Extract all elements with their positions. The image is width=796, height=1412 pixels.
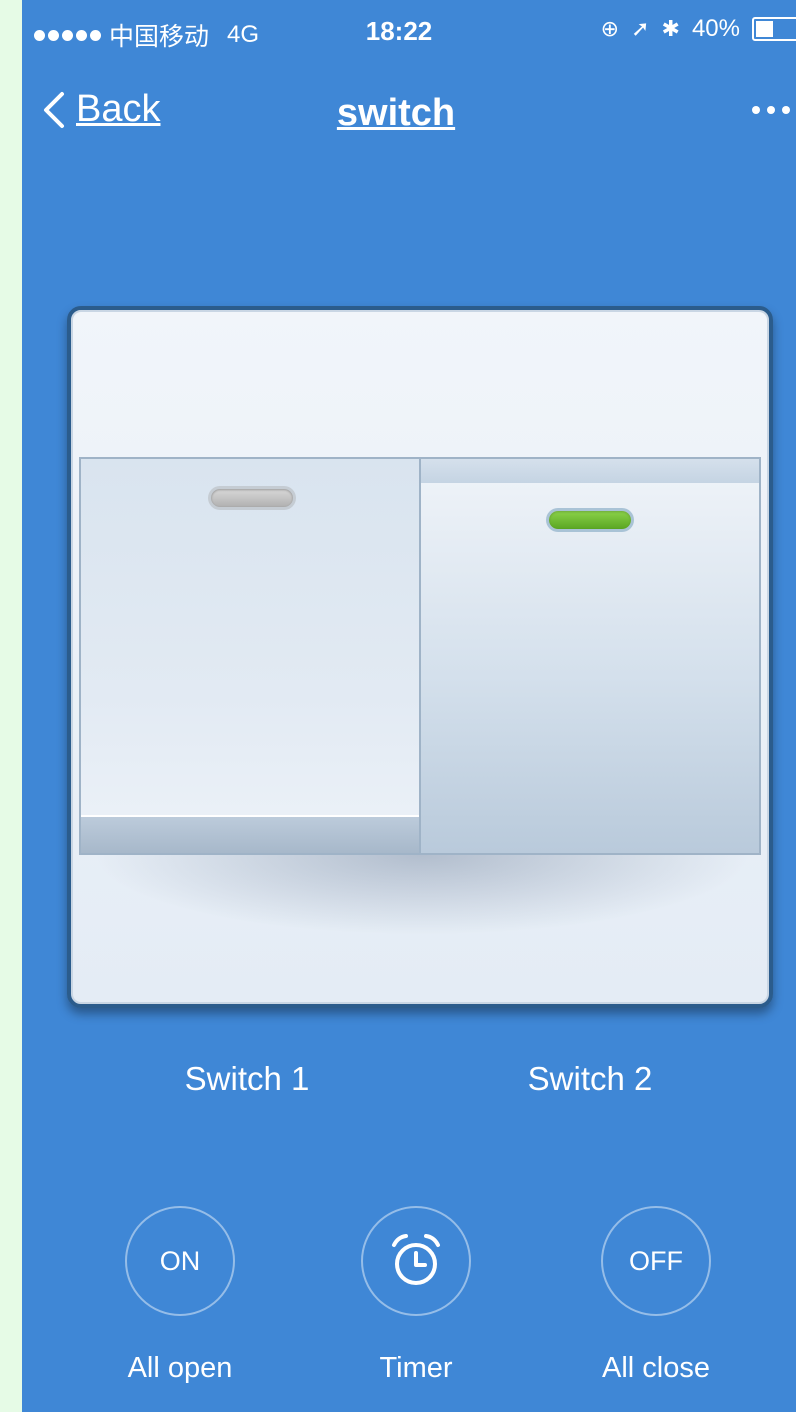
all-open-icon: ON [125,1206,235,1316]
more-dot-icon [767,106,775,114]
all-open-button[interactable]: ON All open [80,1206,280,1385]
alarm-clock-icon [392,1234,440,1285]
all-close-label: All close [602,1352,710,1384]
rocker-lip [81,815,419,853]
switch-2-label: Switch 2 [527,1060,653,1097]
more-options-button[interactable] [752,106,790,114]
all-close-icon: OFF [601,1206,711,1316]
timer-label: Timer [379,1352,453,1384]
switch-2-indicator [549,511,631,529]
more-dot-icon [782,106,790,114]
bluetooth-icon: ✱ [661,16,680,42]
app-screen: 中国移动 4G 18:22 ⊕ ➚ ✱ 40% Back switch Swit… [22,0,796,1412]
navigation-bar: Back switch [22,80,796,150]
rocker-lip [421,459,759,483]
switch-2-rocker[interactable] [419,457,761,855]
location-icon: ➚ [631,16,650,42]
status-bar: 中国移动 4G 18:22 ⊕ ➚ ✱ 40% [22,0,796,62]
rotation-lock-icon: ⊕ [600,16,620,42]
all-open-label: All open [127,1352,233,1384]
timer-button[interactable]: Timer [316,1206,516,1385]
switch-1-indicator [211,489,293,507]
all-close-button[interactable]: OFF All close [556,1206,756,1385]
timer-circle [361,1206,471,1316]
rocker-shadow [92,855,752,935]
status-right: ⊕ ➚ ✱ 40% [601,15,796,43]
battery-icon [752,17,796,41]
battery-percent: 40% [691,15,740,42]
switch-1-rocker[interactable] [79,457,419,855]
more-dot-icon [752,106,760,114]
switch-1-label: Switch 1 [184,1060,310,1097]
page-title: switch [336,92,456,134]
